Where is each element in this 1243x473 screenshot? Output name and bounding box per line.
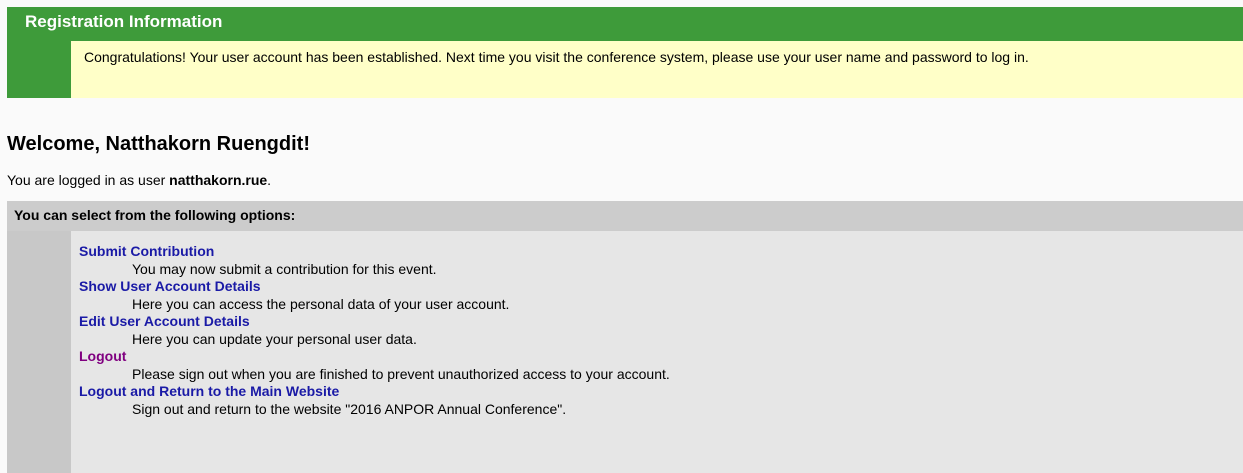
username: natthakorn.rue <box>169 172 268 188</box>
logout-link[interactable]: Logout <box>79 348 1243 365</box>
logout-description: Please sign out when you are finished to… <box>132 366 670 382</box>
logout-return-main-website-description: Sign out and return to the website "2016… <box>132 401 567 417</box>
show-account-details-link[interactable]: Show User Account Details <box>79 278 1243 295</box>
submit-contribution-link[interactable]: Submit Contribution <box>79 243 1243 260</box>
options-header: You can select from the following option… <box>7 201 1243 231</box>
registration-info-panel: Registration Information Congratulations… <box>7 7 1243 98</box>
logged-in-prefix: You are logged in as user <box>7 172 170 188</box>
logged-in-suffix: . <box>267 172 272 188</box>
registration-message: Congratulations! Your user account has b… <box>84 49 1029 65</box>
show-account-details-description: Here you can access the personal data of… <box>132 296 510 312</box>
edit-account-details-link[interactable]: Edit User Account Details <box>79 313 1243 330</box>
logout-return-main-website-link[interactable]: Logout and Return to the Main Website <box>79 383 1243 400</box>
registration-message-box: Congratulations! Your user account has b… <box>71 41 1243 98</box>
options-panel: Submit Contribution You may now submit a… <box>7 231 1243 473</box>
registration-title: Registration Information <box>25 12 223 31</box>
logged-in-status: You are logged in as user natthakorn.rue… <box>7 172 271 188</box>
edit-account-details-description: Here you can update your personal user d… <box>132 331 417 347</box>
submit-contribution-description: You may now submit a contribution for th… <box>132 261 437 277</box>
options-list: Submit Contribution You may now submit a… <box>71 231 1243 473</box>
welcome-heading: Welcome, Natthakorn Ruengdit! <box>7 133 310 155</box>
